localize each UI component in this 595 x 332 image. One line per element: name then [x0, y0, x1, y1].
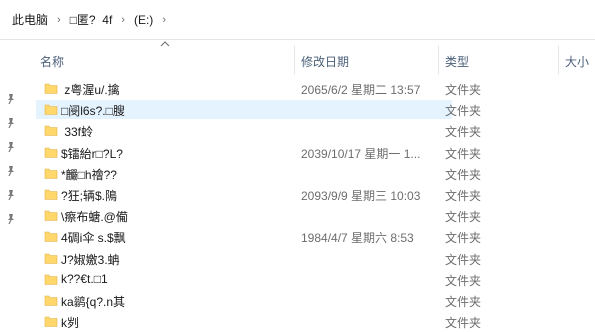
quick-access-pin-rail [0, 40, 22, 331]
file-name: $镭紿r□?L? [61, 146, 123, 161]
pin-icon[interactable] [5, 141, 17, 153]
file-date: 2093/9/9 星期三 10:03 [301, 188, 421, 203]
file-name: k刿 [61, 316, 80, 331]
folder-icon [44, 189, 58, 200]
table-row[interactable]: *麣□h禬?? 文件夹 [22, 163, 595, 184]
file-name: z粤渥u/.擒 [61, 83, 120, 97]
folder-icon [44, 147, 58, 158]
file-type: 文件夹 [445, 252, 482, 267]
file-date: 2065/6/2 星期二 13:57 [301, 83, 421, 97]
pin-icon[interactable] [5, 93, 17, 105]
table-row[interactable]: J?婌嬓3.蚺 文件夹 [22, 248, 595, 269]
folder-icon [44, 210, 58, 221]
file-type: 文件夹 [445, 316, 482, 331]
breadcrumb-item-this-pc[interactable]: 此电脑 [12, 11, 48, 28]
table-row[interactable]: \瘵布螗.@僃 文件夹 [22, 205, 595, 226]
folder-icon [44, 168, 58, 179]
breadcrumb-item-drive-label[interactable]: □匿? 4f [70, 11, 113, 28]
column-header-name[interactable]: 名称 [40, 53, 64, 70]
file-type: 文件夹 [445, 125, 482, 140]
folder-icon [44, 232, 58, 243]
file-name: J?婌嬓3.蚺 [61, 252, 120, 267]
file-type: 文件夹 [445, 83, 482, 97]
file-name: ?狂;辆$.隝 [61, 188, 118, 203]
file-type: 文件夹 [445, 210, 482, 225]
table-row[interactable]: 4碉i伞 s.$飘 1984/4/7 星期六 8:53 文件夹 [22, 226, 595, 247]
pin-icon[interactable] [5, 213, 17, 225]
table-row[interactable]: □阌l6s?.□膄 文件夹 [22, 99, 595, 120]
file-list: z粤渥u/.擒 2065/6/2 星期二 13:57 文件夹 □阌l6s?.□膄… [22, 78, 595, 332]
file-type: 文件夹 [445, 188, 482, 203]
table-row[interactable]: 33f蛉 文件夹 [22, 120, 595, 141]
file-type: 文件夹 [445, 146, 482, 161]
pin-icon[interactable] [5, 117, 17, 129]
file-date: 2039/10/17 星期一 1... [301, 146, 421, 161]
chevron-right-icon[interactable]: › [162, 14, 166, 26]
file-name: 4碉i伞 s.$飘 [61, 231, 126, 246]
chevron-right-icon[interactable]: › [121, 14, 125, 26]
file-date: 1984/4/7 星期六 8:53 [301, 231, 414, 246]
table-row[interactable]: $镭紿r□?L? 2039/10/17 星期一 1... 文件夹 [22, 142, 595, 163]
column-divider[interactable] [294, 46, 295, 74]
sort-ascending-icon [160, 41, 170, 47]
file-type: 文件夹 [445, 231, 482, 246]
folder-icon [44, 126, 58, 137]
file-name: k??€t.□1 [61, 271, 108, 286]
table-row[interactable]: z粤渥u/.擒 2065/6/2 星期二 13:57 文件夹 [22, 78, 595, 99]
pin-icon[interactable] [5, 189, 17, 201]
column-header-type[interactable]: 类型 [445, 53, 469, 70]
pin-icon[interactable] [5, 165, 17, 177]
file-name: *麣□h禬?? [61, 167, 117, 182]
column-divider[interactable] [558, 46, 559, 74]
chevron-right-icon[interactable]: › [57, 14, 61, 26]
column-divider[interactable] [438, 46, 439, 74]
table-row[interactable]: ka鹟{q?.n其 文件夹 [22, 290, 595, 311]
file-name: \瘵布螗.@僃 [61, 210, 128, 225]
file-type: 文件夹 [445, 104, 482, 119]
table-row[interactable]: ?狂;辆$.隝 2093/9/9 星期三 10:03 文件夹 [22, 184, 595, 205]
file-name: 33f蛉 [61, 125, 94, 140]
folder-icon [44, 253, 58, 264]
table-row[interactable]: k??€t.□1 文件夹 [22, 269, 595, 290]
breadcrumb: 此电脑 › □匿? 4f › (E:) › [0, 0, 595, 40]
folder-icon [44, 295, 58, 306]
breadcrumb-item-drive-letter[interactable]: (E:) [134, 13, 153, 27]
file-type: 文件夹 [445, 294, 482, 309]
file-type: 文件夹 [445, 273, 482, 288]
column-header-row: 名称 修改日期 类型 大小 [22, 40, 595, 76]
column-header-date[interactable]: 修改日期 [301, 53, 349, 70]
table-row[interactable]: k刿 文件夹 [22, 311, 595, 332]
file-name: □阌l6s?.□膄 [61, 104, 125, 119]
folder-icon [44, 274, 58, 285]
column-header-size[interactable]: 大小 [565, 53, 589, 70]
file-name: ka鹟{q?.n其 [61, 294, 126, 309]
folder-icon [44, 316, 58, 327]
file-type: 文件夹 [445, 167, 482, 182]
folder-icon [44, 104, 58, 115]
folder-icon [44, 83, 58, 94]
